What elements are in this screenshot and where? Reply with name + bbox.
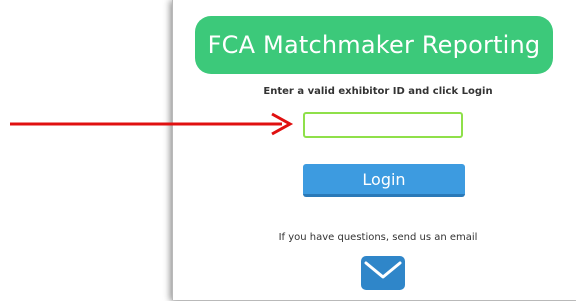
screenshot-stage: FCA Matchmaker Reporting Enter a valid e… bbox=[0, 0, 576, 301]
login-instructions: Enter a valid exhibitor ID and click Log… bbox=[263, 86, 493, 97]
exhibitor-id-input[interactable] bbox=[303, 112, 463, 138]
login-button[interactable]: Login bbox=[303, 164, 465, 197]
envelope-icon bbox=[361, 256, 405, 290]
app-title: FCA Matchmaker Reporting bbox=[207, 31, 541, 59]
login-panel: FCA Matchmaker Reporting Enter a valid e… bbox=[172, 0, 576, 300]
questions-text: If you have questions, send us an email bbox=[278, 232, 478, 243]
red-arrow-icon bbox=[10, 112, 294, 136]
app-title-banner: FCA Matchmaker Reporting bbox=[195, 16, 553, 74]
email-link[interactable] bbox=[361, 256, 405, 290]
